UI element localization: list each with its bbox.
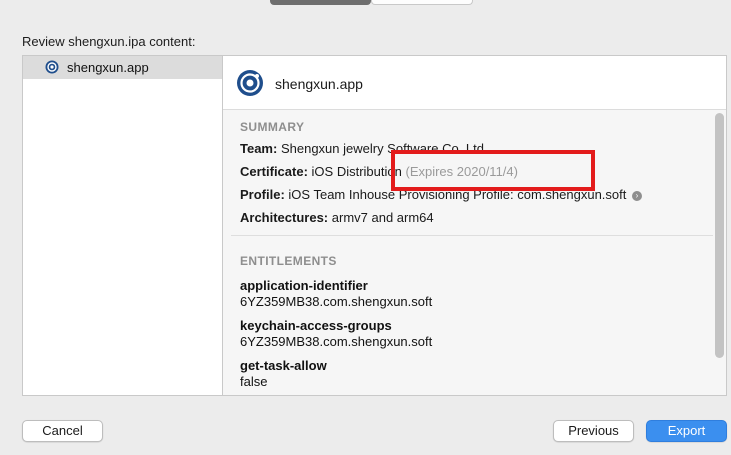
app-list-item-label: shengxun.app (67, 60, 149, 75)
entitlement-key: keychain-access-groups (240, 318, 392, 333)
app-list: shengxun.app (22, 55, 222, 396)
detail-header: shengxun.app (223, 56, 726, 110)
app-icon (45, 60, 59, 77)
entitlements-heading: ENTITLEMENTS (240, 254, 337, 268)
architectures-label: Architectures: (240, 210, 329, 225)
certificate-value: iOS Distribution (311, 164, 402, 179)
entitlement-value: false (240, 374, 268, 389)
segmented-control-left[interactable] (270, 0, 371, 5)
section-divider (231, 235, 713, 236)
architectures-value: armv7 and arm64 (331, 210, 434, 225)
team-label: Team: (240, 141, 278, 156)
certificate-label: Certificate: (240, 164, 308, 179)
entitlement-key: application-identifier (240, 278, 368, 293)
segmented-control-right[interactable] (371, 0, 473, 5)
architectures-row: Architectures: armv7 and arm64 (240, 210, 434, 225)
detail-title: shengxun.app (275, 76, 363, 92)
app-icon-large (236, 69, 264, 100)
entitlement-value: 6YZ359MB38.com.shengxun.soft (240, 334, 433, 349)
app-list-item[interactable]: shengxun.app (23, 56, 222, 79)
review-label: Review shengxun.ipa content: (22, 34, 196, 49)
entitlement-key: get-task-allow (240, 358, 327, 373)
cancel-button[interactable]: Cancel (22, 420, 103, 442)
scrollbar-thumb[interactable] (715, 113, 724, 358)
profile-label: Profile: (240, 187, 285, 202)
entitlement-value: 6YZ359MB38.com.shengxun.soft (240, 294, 433, 309)
annotation-highlight-box (391, 150, 595, 191)
detail-pane: shengxun.app SUMMARY Team: Shengxun jewe… (222, 55, 727, 396)
previous-button[interactable]: Previous (553, 420, 634, 442)
arrow-right-icon[interactable]: › (631, 191, 642, 201)
export-button[interactable]: Export (646, 420, 727, 442)
summary-heading: SUMMARY (240, 120, 305, 134)
